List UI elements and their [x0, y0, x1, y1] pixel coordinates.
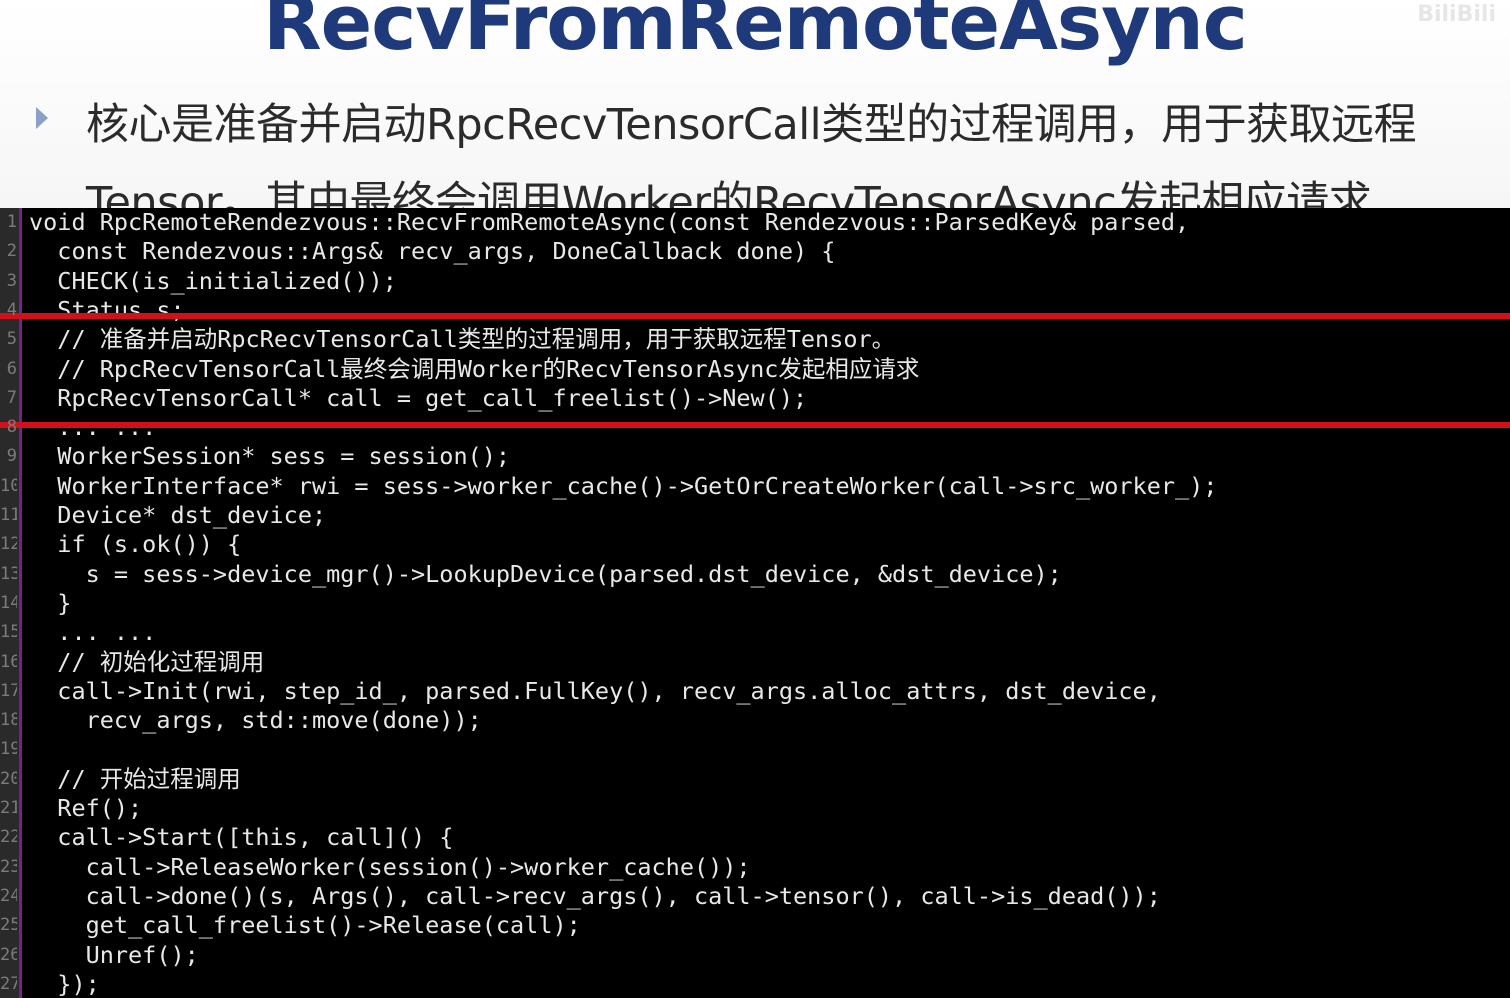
line-number: 16 — [0, 651, 17, 672]
line-number: 26 — [0, 944, 17, 965]
line-number: 27 — [0, 973, 17, 994]
line-number: 15 — [0, 622, 17, 643]
code-line: call->Init(rwi, step_id_, parsed.FullKey… — [29, 676, 1161, 705]
code-line: WorkerInterface* rwi = sess->worker_cach… — [29, 471, 1218, 500]
line-number: 8 — [6, 417, 17, 438]
bullet-text-line-2: Tensor。其中最终会调用Worker的RecvTensorAsync发起相应… — [86, 178, 1372, 208]
code-line: // 初始化过程调用 — [29, 647, 265, 676]
line-number: 11 — [0, 505, 17, 525]
code-line: call->Start([this, call]() { — [29, 823, 454, 852]
line-number: 21 — [0, 798, 17, 818]
code-line: CHECK(is_initialized()); — [29, 266, 397, 295]
bullet-text-line-1: 核心是准备并启动RpcRecvTensorCall类型的过程调用，用于获取远程 — [86, 100, 1417, 150]
code-line: get_call_freelist()->Release(call); — [29, 911, 581, 940]
line-number: 6 — [6, 358, 17, 379]
line-number: 13 — [0, 563, 17, 584]
line-number: 9 — [6, 446, 17, 467]
bullet-triangle-icon — [36, 107, 48, 129]
code-line: // 开始过程调用 — [29, 764, 241, 793]
code-line: } — [29, 588, 72, 617]
line-number: 3 — [6, 270, 17, 291]
line-number: 19 — [0, 739, 17, 760]
line-number: 20 — [0, 768, 17, 789]
line-number: 7 — [6, 387, 17, 408]
line-number: 2 — [6, 241, 17, 262]
code-line: }); — [29, 969, 100, 998]
code-editor-panel: void RpcRemoteRendezvous::RecvFromRemote… — [0, 208, 1510, 998]
line-number: 24 — [0, 885, 17, 906]
line-number: 23 — [0, 856, 17, 877]
code-line: recv_args, std::move(done)); — [29, 706, 482, 735]
line-number: 25 — [0, 915, 17, 936]
code-line: WorkerSession* sess = session(); — [29, 442, 511, 471]
line-number: 10 — [0, 475, 17, 496]
code-line: if (s.ok()) { — [29, 530, 242, 559]
line-number: 14 — [0, 592, 17, 613]
line-number: 18 — [0, 710, 17, 731]
code-line: call->ReleaseWorker(session()->worker_ca… — [29, 852, 751, 881]
highlight-box-red — [0, 313, 1510, 428]
code-line: Ref(); — [29, 794, 143, 822]
code-line: void RpcRemoteRendezvous::RecvFromRemote… — [29, 208, 1190, 236]
line-number: 4 — [6, 299, 17, 320]
line-number: 1 — [6, 212, 17, 232]
code-line: Device* dst_device; — [29, 501, 327, 529]
code-line: call->done()(s, Args(), call->recv_args(… — [29, 881, 1161, 910]
line-number: 22 — [0, 827, 17, 848]
code-line: Unref(); — [29, 940, 199, 969]
code-line: const Rendezvous::Args& recv_args, DoneC… — [29, 237, 836, 266]
code-line: ... ... — [29, 618, 157, 647]
slide-title: RecvFromRemoteAsync — [263, 0, 1248, 67]
line-number: 5 — [6, 329, 17, 350]
slide-header: BiliBili RecvFromRemoteAsync 核心是准备并启动Rpc… — [0, 0, 1510, 208]
line-number: 17 — [0, 680, 17, 701]
code-line: s = sess->device_mgr()->LookupDevice(par… — [29, 559, 1062, 588]
line-number: 12 — [0, 534, 17, 555]
